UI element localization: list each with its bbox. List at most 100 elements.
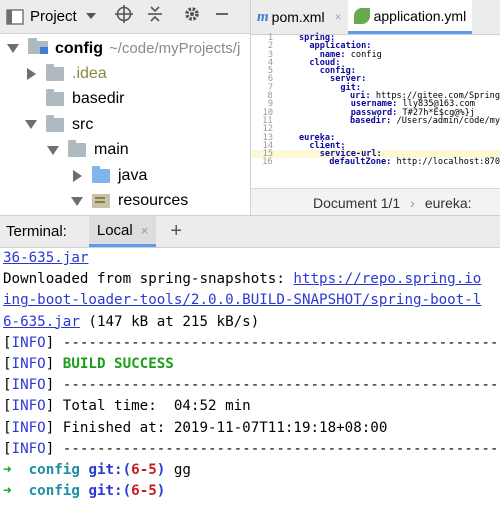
project-panel-header: Project: [0, 0, 250, 34]
terminal-line: ing-boot-loader-tools/2.0.0.BUILD-SNAPSH…: [0, 290, 500, 311]
yaml-value: http://localhost:870: [391, 157, 500, 168]
terminal-prompt-line: ➜ config git:(6-5): [3, 483, 166, 500]
terminal-info-line: [INFO] BUILD SUCCESS: [3, 355, 174, 372]
terminal-link[interactable]: 36-635.jar: [3, 250, 88, 266]
code-line: 4 cloud:: [251, 57, 500, 68]
folder-icon: [68, 140, 86, 158]
terminal-info-line: [INFO] ---------------------------------…: [3, 377, 500, 394]
yaml-value: config: [345, 49, 382, 60]
terminal-info-line: [INFO] ---------------------------------…: [3, 334, 500, 351]
tree-item-label: config: [55, 39, 103, 57]
project-tree: config ~/code/myProjects/j .idea basedir…: [0, 34, 250, 214]
expand-arrow-icon[interactable]: [47, 145, 59, 155]
resources-folder-icon: [92, 194, 110, 209]
prompt-arrow-icon: ➜: [3, 461, 12, 478]
code-line: 11 basedir: /Users/admin/code/my: [251, 115, 500, 126]
terminal-info-line: [INFO] Finished at: 2019-11-07T11:19:18+…: [3, 419, 388, 436]
terminal-info-line: [INFO] ---------------------------------…: [3, 440, 500, 457]
line-number: 6: [267, 74, 273, 85]
terminal-link[interactable]: https://repo.spring.io: [293, 271, 481, 287]
line-number: 16: [262, 157, 273, 168]
terminal-info-line: [INFO] Total time: 04:52 min: [3, 398, 251, 415]
expand-arrow-icon[interactable]: [7, 44, 19, 54]
editor-breadcrumb: Document 1/1 › eureka:: [251, 188, 500, 215]
document-indicator[interactable]: Document 1/1: [313, 195, 400, 211]
build-success-text: BUILD SUCCESS: [54, 355, 174, 372]
code-line: 13 eureka:: [251, 133, 500, 142]
line-number: 1: [267, 33, 273, 43]
terminal-line: Downloaded from spring-snapshots: https:…: [3, 271, 482, 288]
terminal-tool-bar: Terminal: Local × +: [0, 215, 500, 248]
editor-tabs: m pom.xml × application.yml: [251, 0, 500, 35]
close-icon[interactable]: ×: [141, 223, 149, 238]
terminal-prompt-line: ➜ config git:(6-5) gg: [3, 461, 191, 478]
terminal-output[interactable]: 36-635.jar Downloaded from spring-snapsh…: [0, 248, 500, 507]
terminal-line: 36-635.jar: [0, 248, 500, 269]
tree-item-basedir[interactable]: basedir: [0, 87, 250, 112]
code-line: 6 server:: [251, 74, 500, 85]
collapse-all-icon[interactable]: [147, 5, 163, 28]
project-view-title[interactable]: Project: [30, 8, 77, 25]
tree-item-label: basedir: [72, 90, 125, 108]
spring-leaf-icon: [353, 7, 370, 24]
tree-item-resources[interactable]: resources: [0, 188, 250, 213]
tree-item-src[interactable]: src: [0, 112, 250, 137]
project-window-icon: [6, 8, 24, 26]
line-number: 4: [267, 57, 273, 68]
yaml-key: defaultZone:: [329, 157, 392, 168]
tab-pom-xml[interactable]: m pom.xml ×: [251, 0, 348, 34]
tree-item-java[interactable]: java: [0, 163, 250, 188]
folder-icon: [46, 89, 64, 107]
line-number: 8: [267, 91, 273, 102]
folder-icon: [46, 64, 64, 82]
yaml-value: /Users/admin/code/my: [391, 115, 500, 126]
line-number: 3: [267, 49, 273, 60]
terminal-line: 6-635.jar (147 kB at 215 kB/s): [3, 313, 260, 330]
project-panel: Project config ~/code/myProjects/j .idea…: [0, 0, 250, 215]
collapse-arrow-icon[interactable]: [26, 68, 36, 81]
terminal-command: gg: [165, 461, 191, 478]
gear-icon[interactable]: [183, 5, 201, 28]
terminal-label: Terminal:: [6, 223, 67, 240]
code-line: 3 name: config: [251, 49, 500, 60]
tree-item-idea[interactable]: .idea: [0, 61, 250, 86]
code-line: 12: [251, 125, 500, 134]
minimize-icon[interactable]: [215, 7, 229, 26]
tree-item-label: java: [118, 166, 148, 184]
folder-icon: [46, 114, 64, 132]
yaml-key: basedir:: [349, 115, 392, 126]
tree-item-label: .idea: [72, 65, 107, 83]
tab-application-yml[interactable]: application.yml: [347, 0, 473, 34]
expand-arrow-icon[interactable]: [71, 196, 83, 206]
dropdown-icon[interactable]: [85, 8, 97, 26]
tree-item-label: src: [72, 115, 94, 133]
prompt-arrow-icon: ➜: [3, 483, 12, 500]
code-line: 5 config:: [251, 66, 500, 77]
tree-item-label: main: [94, 141, 129, 159]
terminal-link[interactable]: 6-635.jar: [3, 314, 80, 330]
tab-label: application.yml: [373, 7, 467, 24]
tab-label: pom.xml: [271, 9, 325, 25]
line-number: 7: [267, 82, 273, 93]
terminal-link[interactable]: ing-boot-loader-tools/2.0.0.BUILD-SNAPSH…: [3, 292, 481, 308]
source-folder-icon: [92, 165, 110, 183]
code-editor[interactable]: 1 spring: 2 application: 3 name: config 4 cl…: [251, 34, 500, 184]
collapse-arrow-icon[interactable]: [72, 169, 82, 182]
breadcrumb-path[interactable]: eureka:: [425, 195, 472, 211]
add-tab-icon[interactable]: +: [170, 220, 182, 243]
crosshair-icon[interactable]: [114, 5, 133, 28]
tab-label: Local: [96, 221, 133, 239]
line-number: 5: [267, 66, 273, 77]
code-line: 1 spring:: [251, 33, 500, 43]
tree-item-main[interactable]: main: [0, 138, 250, 163]
module-folder-icon: [28, 38, 48, 59]
tree-item-config[interactable]: config ~/code/myProjects/j: [0, 36, 250, 61]
editor-panel: m pom.xml × application.yml 1 spring: 2 ap…: [250, 0, 500, 215]
expand-arrow-icon[interactable]: [25, 120, 37, 130]
close-icon[interactable]: ×: [335, 10, 342, 24]
tab-local[interactable]: Local ×: [88, 216, 157, 247]
line-number: 2: [267, 41, 273, 52]
tree-item-label: resources: [118, 192, 189, 210]
maven-icon: m: [257, 8, 269, 25]
code-line: 16 defaultZone: http://localhost:870: [251, 157, 500, 168]
